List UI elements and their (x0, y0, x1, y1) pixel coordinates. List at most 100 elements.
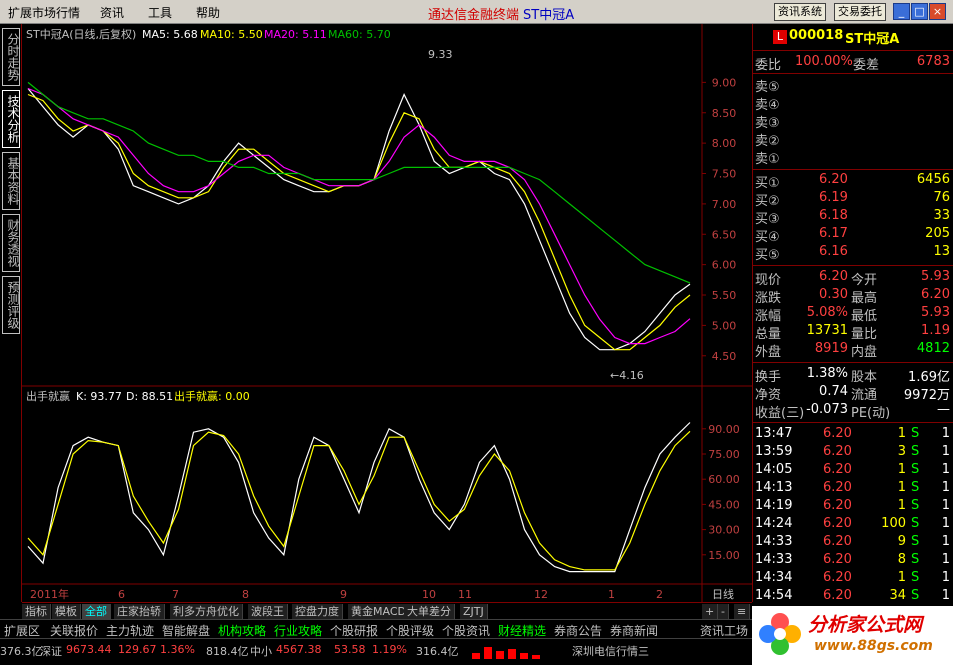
tab-dadan[interactable]: 大单差分 (404, 604, 455, 619)
module-item[interactable]: 行业攻略 (274, 622, 322, 639)
module-item[interactable]: 扩展区 (4, 622, 40, 639)
sell-label: 卖① (755, 152, 780, 167)
zoom-out-button[interactable]: - (718, 604, 729, 619)
info-label: 换手 (755, 370, 782, 385)
tab-macd[interactable]: 黄金MACD (348, 604, 410, 619)
news-system-button[interactable]: 资讯系统 (774, 3, 826, 21)
module-item[interactable]: 个股评级 (386, 622, 434, 639)
x-tick-label: 2 (656, 588, 663, 601)
tick-count: 1 (941, 552, 950, 567)
info-label: 净资 (755, 388, 782, 403)
buy-price: 6.18 (819, 208, 848, 223)
tick-volume: 1 (897, 570, 906, 585)
low-annotation: ←4.16 (610, 369, 644, 382)
info-value-2: 9972万 (903, 388, 950, 403)
indicator-tick-label: 90.00 (708, 423, 740, 436)
price-tick-label: 8.50 (712, 107, 737, 120)
tick-time: 14:33 (755, 552, 793, 567)
scroll-menu-button[interactable]: ≡ (734, 604, 751, 619)
tick-time: 14:33 (755, 534, 793, 549)
left-tabs: 分时走势 技术分析 基本资料 财务透视 预测评级 (0, 24, 22, 602)
module-item[interactable]: 个股资讯 (442, 622, 490, 639)
stock-code: 000018 (789, 28, 844, 43)
tick-price: 6.20 (823, 444, 852, 459)
sell-label: 卖④ (755, 98, 780, 113)
stat-value-2: 1.19 (921, 323, 950, 338)
buy-label: 买② (755, 194, 780, 209)
tick-time: 14:19 (755, 498, 793, 513)
status-zx-change: 53.58 (334, 643, 366, 656)
x-tick-label: 6 (118, 588, 125, 601)
module-item[interactable]: 主力轨迹 (106, 622, 154, 639)
buy-row: 买⑤ 6.16 13 (753, 244, 953, 263)
minimize-icon[interactable]: _ (893, 3, 910, 20)
buy-label: 买④ (755, 230, 780, 245)
menu-item-news[interactable]: 资讯 (100, 4, 124, 21)
ma60-label: MA60: 5.70 (328, 28, 391, 41)
tick-side: S (911, 444, 920, 459)
price-tick-label: 6.50 (712, 228, 737, 241)
module-item[interactable]: 机构攻略 (218, 622, 266, 639)
module-item[interactable]: 财经精选 (498, 622, 546, 639)
indicator-k: K: 93.77 (76, 390, 122, 403)
tab-zjtj[interactable]: ZJTJ (460, 604, 488, 619)
high-annotation: 9.33 (428, 48, 453, 61)
diff-label: 委差 (853, 58, 880, 73)
tab-intraday[interactable]: 分时走势 (2, 28, 20, 86)
module-item[interactable]: 券商公告 (554, 622, 602, 639)
stat-label: 涨幅 (755, 309, 782, 324)
indicator-d: D: 88.51 (126, 390, 173, 403)
module-item[interactable]: 关联报价 (50, 622, 98, 639)
zoom-in-button[interactable]: + (702, 604, 719, 619)
tab-finance[interactable]: 财务透视 (2, 214, 20, 272)
tick-volume: 34 (889, 588, 906, 603)
tab-indicator[interactable]: 指标 (22, 604, 51, 619)
stat-label: 涨跌 (755, 291, 782, 306)
stat-row: 总量 13731 量比 1.19 (753, 323, 953, 342)
info-label-2: PE(动) (851, 406, 891, 421)
status-zx-label: 中小 (250, 645, 272, 658)
breadth-bars-icon (472, 647, 540, 659)
info-value-2: 1.69亿 (908, 370, 950, 385)
tick-row: 14:24 6.20 100 S 1 (753, 516, 953, 534)
flower-logo-icon (759, 613, 801, 655)
tick-row: 14:33 6.20 8 S 1 (753, 552, 953, 570)
tick-price: 6.20 (823, 588, 852, 603)
stat-value: 6.20 (819, 269, 848, 284)
menu-item-market[interactable]: 扩展市场行情 (8, 4, 80, 21)
buy-volume: 33 (933, 208, 950, 223)
buy-volume: 13 (933, 244, 950, 259)
menu-item-help[interactable]: 帮助 (196, 4, 220, 21)
stock-name: ST中冠A (845, 32, 900, 47)
tab-liduo[interactable]: 利多方舟优化 (170, 604, 243, 619)
tab-zhuangjia[interactable]: 庄家抬轿 (114, 604, 165, 619)
info-value: 0.74 (819, 384, 848, 399)
tab-all[interactable]: 全部 (82, 604, 111, 619)
tick-time: 14:54 (755, 588, 793, 603)
close-icon[interactable]: × (929, 3, 946, 20)
tab-profile[interactable]: 基本资料 (2, 152, 20, 210)
trade-button[interactable]: 交易委托 (834, 3, 886, 21)
module-item[interactable]: 券商新闻 (610, 622, 658, 639)
ma10-label: MA10: 5.50 (200, 28, 263, 41)
tab-boduan[interactable]: 波段王 (248, 604, 288, 619)
stat-value: 8919 (814, 341, 848, 356)
module-item[interactable]: 资讯工场 (700, 622, 748, 639)
tab-rating[interactable]: 预测评级 (2, 276, 20, 334)
tab-kongpan[interactable]: 控盘力度 (292, 604, 343, 619)
tick-row: 14:34 6.20 1 S 1 (753, 570, 953, 588)
tab-template[interactable]: 模板 (52, 604, 81, 619)
module-item[interactable]: 个股研报 (330, 622, 378, 639)
stat-value: 13731 (806, 323, 848, 338)
stat-value-2: 4812 (916, 341, 950, 356)
buy-label: 买③ (755, 212, 780, 227)
maximize-icon[interactable]: □ (911, 3, 928, 20)
menu-item-tools[interactable]: 工具 (148, 4, 172, 21)
tick-count: 1 (941, 480, 950, 495)
chart-area[interactable]: ST中冠A(日线,后复权) MA5: 5.68 MA10: 5.50 MA20:… (22, 24, 752, 602)
period-label: 日线 (712, 587, 734, 601)
buy-row: 买② 6.19 76 (753, 190, 953, 209)
tick-side: S (911, 570, 920, 585)
module-item[interactable]: 智能解盘 (162, 622, 210, 639)
tab-technical[interactable]: 技术分析 (2, 90, 20, 148)
